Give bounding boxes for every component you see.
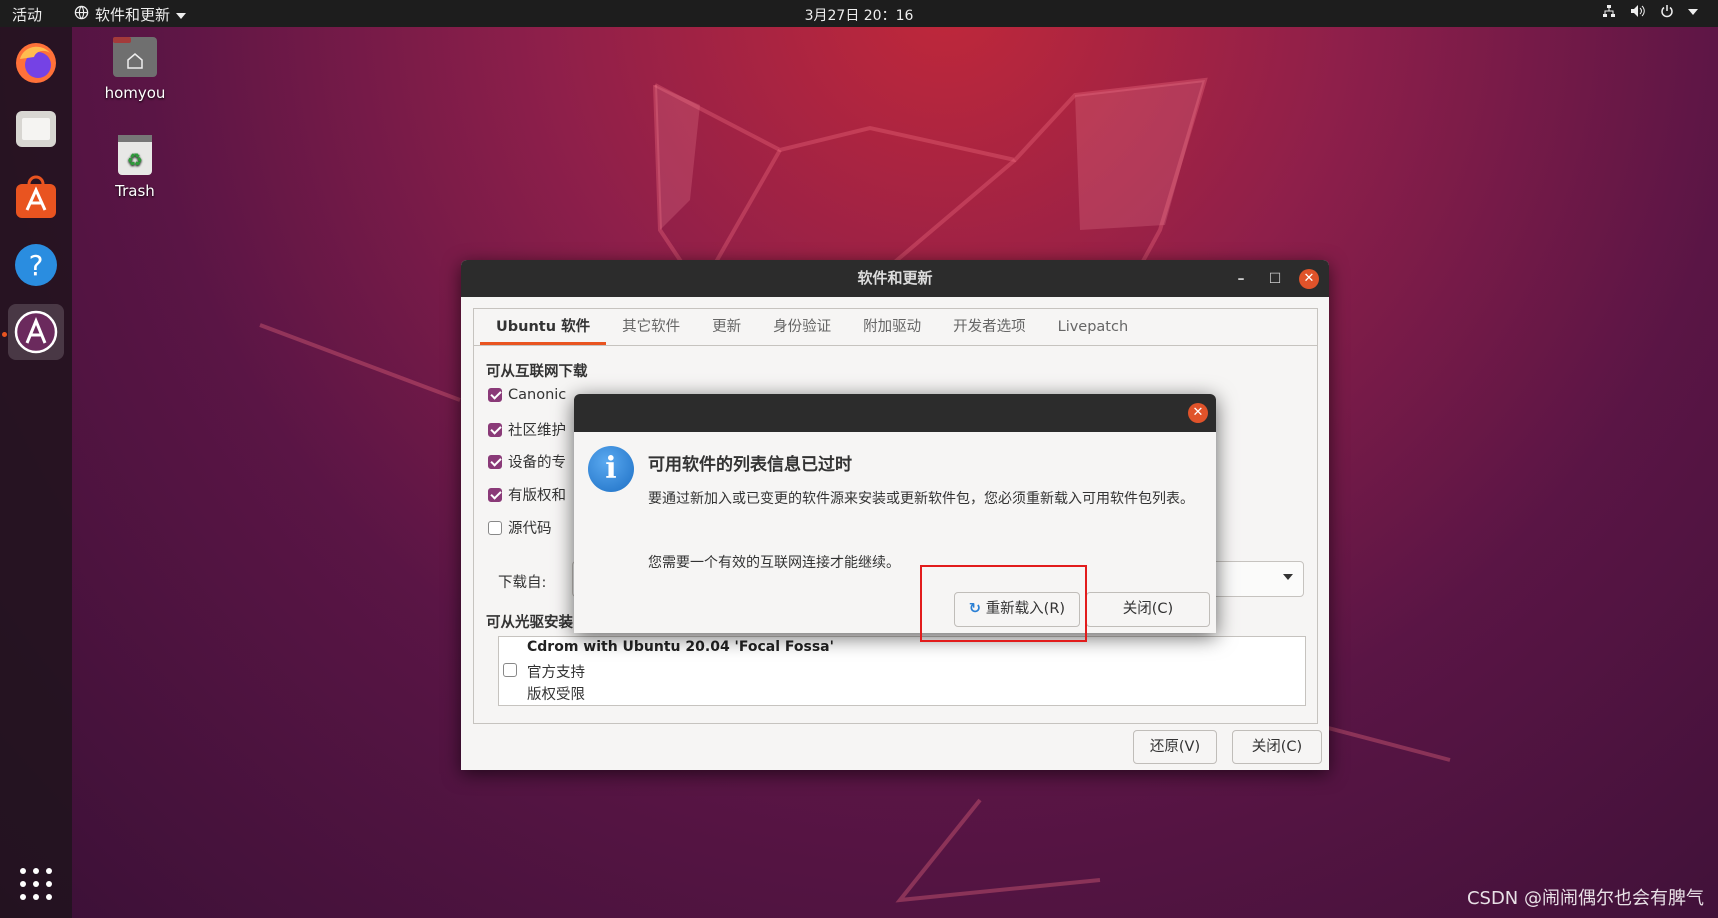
shopping-bag-icon: [16, 175, 56, 218]
checkbox-label: 源代码: [508, 521, 552, 537]
minimize-icon[interactable]: –: [1231, 269, 1251, 289]
software-center-launcher[interactable]: [8, 169, 64, 225]
dialog-close-button[interactable]: 关闭(C): [1086, 592, 1210, 627]
help-icon: ?: [15, 244, 57, 286]
checkbox-label: Canonic: [508, 387, 567, 403]
info-icon: i: [588, 446, 634, 492]
desktop-trash[interactable]: ♻ Trash: [85, 132, 185, 200]
tab-other-software[interactable]: 其它软件: [606, 309, 696, 345]
firefox-launcher[interactable]: [8, 35, 64, 91]
chevron-down-icon: [1283, 574, 1293, 580]
checkbox-row[interactable]: 有版权和: [488, 484, 566, 505]
top-bar: 活动 软件和更新 3月27日 20：16: [0, 0, 1718, 27]
checkbox-row[interactable]: 源代码: [488, 517, 552, 538]
dialog-heading: 可用软件的列表信息已过时: [648, 455, 852, 475]
volume-icon: [1630, 4, 1646, 22]
close-button[interactable]: 关闭(C): [1232, 730, 1322, 764]
home-folder-label: homyou: [104, 84, 166, 102]
files-launcher[interactable]: [8, 101, 64, 157]
checkbox-row[interactable]: 设备的专: [488, 451, 566, 472]
checkbox-row[interactable]: Canonic: [488, 387, 566, 403]
network-icon: [1602, 4, 1616, 22]
checkbox[interactable]: [503, 663, 517, 677]
dialog-network-note: 您需要一个有效的互联网连接才能继续。: [648, 555, 900, 571]
window-titlebar[interactable]: 软件和更新 – ☐ ✕: [461, 260, 1329, 297]
trash-icon: ♻: [118, 135, 152, 175]
cdrom-title: Cdrom with Ubuntu 20.04 'Focal Fossa': [527, 639, 834, 655]
checkbox-label: 有版权和: [508, 488, 566, 504]
tab-updates[interactable]: 更新: [696, 309, 757, 345]
tab-ubuntu-software[interactable]: Ubuntu 软件: [480, 309, 607, 345]
show-applications-icon[interactable]: [20, 868, 52, 900]
desktop-home-folder[interactable]: homyou: [85, 34, 185, 102]
tab-livepatch[interactable]: Livepatch: [1042, 309, 1145, 345]
window-title: 软件和更新: [857, 269, 933, 287]
tab-additional-drivers[interactable]: 附加驱动: [847, 309, 937, 345]
running-indicator: [2, 332, 7, 337]
checkbox[interactable]: [488, 454, 502, 469]
firefox-icon: [16, 43, 56, 83]
system-tray[interactable]: [1602, 4, 1698, 22]
close-icon[interactable]: ✕: [1299, 269, 1319, 289]
tab-authentication[interactable]: 身份验证: [757, 309, 847, 345]
highlight-box: [920, 565, 1087, 642]
checkbox[interactable]: [488, 520, 502, 535]
checkbox-row[interactable]: 社区维护: [488, 419, 566, 440]
cdrom-list: Cdrom with Ubuntu 20.04 'Focal Fossa' 官方…: [498, 636, 1306, 706]
home-folder-icon: [113, 37, 157, 77]
folder-icon: [16, 111, 56, 147]
watermark: CSDN @闹闹偶尔也会有脾气: [1466, 888, 1704, 909]
section-cdrom-heading: 可从光驱安装: [486, 615, 573, 631]
cdrom-line1: 官方支持: [527, 665, 585, 681]
clock[interactable]: 3月27日 20：16: [0, 5, 1718, 25]
checkbox[interactable]: [488, 388, 502, 402]
revert-button[interactable]: 还原(V): [1133, 730, 1217, 764]
dock: ?: [0, 27, 72, 918]
tab-developer-options[interactable]: 开发者选项: [937, 309, 1042, 345]
cdrom-line2: 版权受限: [527, 687, 585, 703]
trash-label: Trash: [115, 182, 155, 200]
software-updater-launcher[interactable]: [8, 304, 64, 360]
section-internet-heading: 可从互联网下载: [486, 364, 588, 380]
download-from-label: 下载自:: [498, 575, 547, 591]
software-updates-icon: [14, 310, 58, 354]
tab-bar: Ubuntu 软件 其它软件 更新 身份验证 附加驱动 开发者选项 Livepa…: [474, 309, 1317, 346]
svg-text:?: ?: [29, 249, 44, 282]
help-launcher[interactable]: ?: [8, 237, 64, 293]
maximize-icon[interactable]: ☐: [1265, 269, 1285, 289]
outdated-info-dialog: ✕ i 可用软件的列表信息已过时 要通过新加入或已变更的软件源来安装或更新软件包…: [574, 394, 1216, 633]
dialog-message: 要通过新加入或已变更的软件源来安装或更新软件包，您必须重新载入可用软件包列表。: [648, 491, 1194, 507]
svg-text:♻: ♻: [127, 150, 143, 171]
close-icon[interactable]: ✕: [1188, 403, 1208, 423]
power-icon: [1660, 4, 1674, 22]
checkbox-label: 社区维护: [508, 423, 566, 439]
checkbox[interactable]: [488, 487, 502, 502]
checkbox-label: 设备的专: [508, 455, 566, 471]
checkbox[interactable]: [488, 422, 502, 437]
dialog-titlebar[interactable]: ✕: [574, 394, 1216, 432]
chevron-down-icon: [1688, 4, 1698, 22]
